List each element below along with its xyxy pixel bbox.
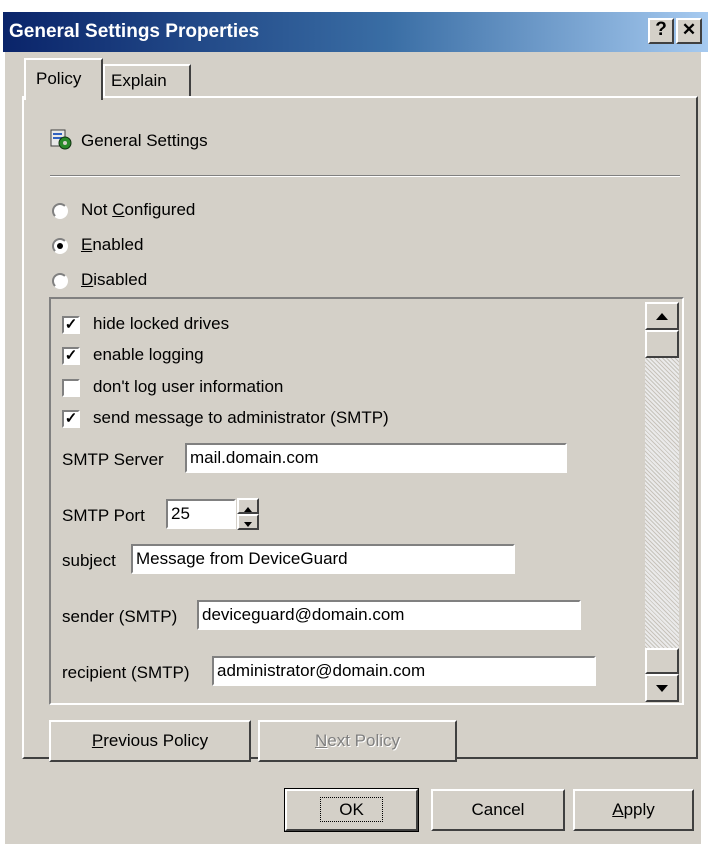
ok-label: OK xyxy=(320,797,383,822)
radio-option-2[interactable] xyxy=(52,273,68,289)
radio-label-0: Not Configured xyxy=(81,200,196,219)
radio-dot xyxy=(57,243,63,249)
next-label: ext Policy xyxy=(327,731,401,750)
smtp-server-input[interactable]: mail.domain.com xyxy=(185,443,567,473)
scroll-down-button[interactable] xyxy=(645,674,679,702)
recipient-label: recipient (SMTP) xyxy=(62,663,190,682)
help-button[interactable]: ? xyxy=(648,18,674,44)
apply-label: pply xyxy=(623,800,655,819)
tab-explain[interactable]: Explain xyxy=(103,64,191,96)
cancel-label: Cancel xyxy=(471,800,525,819)
smtp-port-label: SMTP Port xyxy=(62,506,145,525)
previous-accel: P xyxy=(91,731,104,750)
tab-explain-label: Explain xyxy=(111,71,167,90)
window-title: General Settings Properties xyxy=(9,21,260,42)
scroll-thumb-lower[interactable] xyxy=(645,648,679,674)
previous-policy-button[interactable]: Previous Policy xyxy=(49,720,251,762)
subject-input[interactable]: Message from DeviceGuard xyxy=(131,544,515,574)
tab-policy[interactable]: Policy xyxy=(24,58,103,100)
close-icon: ✕ xyxy=(681,20,697,39)
scroll-thumb[interactable] xyxy=(645,330,679,358)
checkbox-2[interactable] xyxy=(62,379,80,397)
checkbox-1[interactable]: ✓ xyxy=(62,347,80,365)
arrow-up-icon xyxy=(656,313,668,320)
apply-accel: A xyxy=(612,800,624,819)
tab-policy-label: Policy xyxy=(36,69,82,88)
vertical-scrollbar[interactable] xyxy=(645,302,679,702)
close-button[interactable]: ✕ xyxy=(676,18,702,44)
apply-button[interactable]: Apply xyxy=(573,789,694,831)
radio-label-1: Enabled xyxy=(81,235,144,254)
checkbox-3[interactable]: ✓ xyxy=(62,410,80,428)
checkbox-0[interactable]: ✓ xyxy=(62,316,80,334)
recipient-input[interactable]: administrator@domain.com xyxy=(212,656,596,686)
checkbox-label-0: hide locked drives xyxy=(93,314,230,333)
smtp-port-input[interactable]: 25 xyxy=(166,499,236,529)
next-accel: N xyxy=(314,731,328,750)
title-bar[interactable]: General Settings Properties ? ✕ xyxy=(3,12,708,52)
checkbox-label-1: enable logging xyxy=(93,345,204,364)
subject-label: subject xyxy=(62,551,116,570)
checkbox-label-3: send message to administrator (SMTP) xyxy=(93,408,389,427)
ok-button[interactable]: OK xyxy=(284,788,419,832)
sender-input[interactable]: deviceguard@domain.com xyxy=(197,600,581,630)
checkbox-label-2: don't log user information xyxy=(93,377,284,396)
policy-name: General Settings xyxy=(81,131,208,150)
help-icon: ? xyxy=(655,19,667,40)
next-policy-button[interactable]: Next Policy xyxy=(258,720,457,762)
policy-setting-icon xyxy=(50,129,72,150)
smtp-server-label: SMTP Server xyxy=(62,450,164,469)
scroll-up-button[interactable] xyxy=(645,302,679,330)
cancel-button[interactable]: Cancel xyxy=(431,789,565,831)
port-spin-up[interactable] xyxy=(237,498,259,514)
arrow-down-icon xyxy=(656,685,668,692)
sender-label: sender (SMTP) xyxy=(62,607,178,626)
spin-down-icon xyxy=(244,522,252,527)
port-spin-down[interactable] xyxy=(237,514,259,530)
radio-option-1[interactable] xyxy=(52,238,68,254)
previous-label: revious Policy xyxy=(103,731,209,750)
separator xyxy=(50,175,680,177)
radio-label-2: Disabled xyxy=(81,270,148,289)
radio-option-0[interactable] xyxy=(52,203,68,219)
